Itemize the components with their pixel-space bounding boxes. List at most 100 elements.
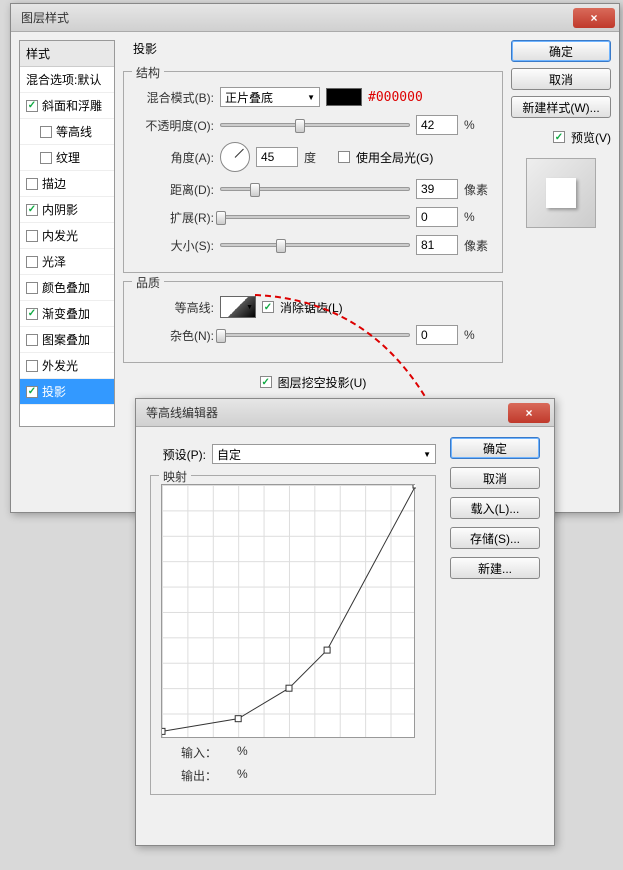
blend-mode-label: 混合模式(B): xyxy=(134,89,214,106)
spread-slider[interactable] xyxy=(220,215,410,219)
opacity-label: 不透明度(O): xyxy=(134,117,214,134)
style-item-bevel[interactable]: 斜面和浮雕 xyxy=(20,93,114,119)
style-item-pattern-overlay[interactable]: 图案叠加 xyxy=(20,327,114,353)
preset-dropdown[interactable]: 自定▼ xyxy=(212,444,436,464)
input-label: 输入： xyxy=(181,744,217,761)
global-light-checkbox[interactable] xyxy=(338,151,350,163)
distance-input[interactable] xyxy=(416,179,458,199)
noise-slider[interactable] xyxy=(220,333,410,337)
distance-unit: 像素 xyxy=(464,181,492,198)
spread-label: 扩展(R): xyxy=(134,209,214,226)
style-item-gradient-overlay[interactable]: 渐变叠加 xyxy=(20,301,114,327)
preset-label: 预设(P): xyxy=(150,446,206,463)
contour-editor-titlebar[interactable]: 等高线编辑器 × xyxy=(136,399,554,427)
size-slider[interactable] xyxy=(220,243,410,247)
spread-unit: % xyxy=(464,210,492,224)
styles-header: 样式 xyxy=(20,41,114,67)
contour-ok-button[interactable]: 确定 xyxy=(450,437,540,459)
blend-options-item[interactable]: 混合选项:默认 xyxy=(20,67,114,93)
checkbox-icon[interactable] xyxy=(26,360,38,372)
global-light-label: 使用全局光(G) xyxy=(356,149,433,166)
size-unit: 像素 xyxy=(464,237,492,254)
mapping-fieldset: 映射 输入： % 输出： % xyxy=(150,475,436,795)
cancel-button[interactable]: 取消 xyxy=(511,68,611,90)
settings-panel: 投影 结构 混合模式(B): 正片叠底▼ #000000 不透明度(O): % xyxy=(123,40,503,427)
style-item-texture[interactable]: 纹理 xyxy=(20,145,114,171)
contour-load-button[interactable]: 载入(L)... xyxy=(450,497,540,519)
noise-unit: % xyxy=(464,328,492,342)
antialias-checkbox[interactable] xyxy=(262,301,274,313)
style-item-color-overlay[interactable]: 颜色叠加 xyxy=(20,275,114,301)
noise-label: 杂色(N): xyxy=(134,327,214,344)
contour-save-button[interactable]: 存储(S)... xyxy=(450,527,540,549)
opacity-input[interactable] xyxy=(416,115,458,135)
checkbox-icon[interactable] xyxy=(26,386,38,398)
angle-label: 角度(A): xyxy=(134,149,214,166)
checkbox-icon[interactable] xyxy=(26,100,38,112)
preview-label: 预览(V) xyxy=(571,129,611,146)
style-item-satin[interactable]: 光泽 xyxy=(20,249,114,275)
checkbox-icon[interactable] xyxy=(26,334,38,346)
checkbox-icon[interactable] xyxy=(26,178,38,190)
styles-list: 样式 混合选项:默认 斜面和浮雕 等高线 纹理 描边 内阴影 内发光 光泽 颜色… xyxy=(19,40,115,427)
ok-button[interactable]: 确定 xyxy=(511,40,611,62)
chevron-down-icon: ▼ xyxy=(307,93,315,102)
contour-left-panel: 预设(P): 自定▼ 映射 输入： % 输出： % xyxy=(150,437,436,803)
style-item-inner-shadow[interactable]: 内阴影 xyxy=(20,197,114,223)
contour-cancel-button[interactable]: 取消 xyxy=(450,467,540,489)
contour-new-button[interactable]: 新建... xyxy=(450,557,540,579)
checkbox-icon[interactable] xyxy=(26,282,38,294)
right-button-panel: 确定 取消 新建样式(W)... 预览(V) xyxy=(511,40,611,427)
mapping-legend: 映射 xyxy=(159,468,191,485)
layer-style-title: 图层样式 xyxy=(15,9,69,26)
close-icon[interactable]: × xyxy=(573,8,615,28)
chevron-down-icon: ▼ xyxy=(246,304,253,311)
contour-graph[interactable] xyxy=(161,484,415,738)
contour-right-panel: 确定 取消 载入(L)... 存储(S)... 新建... xyxy=(450,437,540,803)
shadow-color-swatch[interactable] xyxy=(326,88,362,106)
checkbox-icon[interactable] xyxy=(26,204,38,216)
new-style-button[interactable]: 新建样式(W)... xyxy=(511,96,611,118)
style-item-inner-glow[interactable]: 内发光 xyxy=(20,223,114,249)
checkbox-icon[interactable] xyxy=(26,256,38,268)
quality-legend: 品质 xyxy=(132,274,164,291)
close-icon[interactable]: × xyxy=(508,403,550,423)
checkbox-icon[interactable] xyxy=(26,308,38,320)
layer-style-titlebar[interactable]: 图层样式 × xyxy=(11,4,619,32)
contour-swatch[interactable]: ▼ xyxy=(220,296,256,318)
contour-editor-title: 等高线编辑器 xyxy=(140,404,218,421)
angle-unit: 度 xyxy=(304,149,332,166)
size-label: 大小(S): xyxy=(134,237,214,254)
output-label: 输出： xyxy=(181,767,217,784)
knockout-checkbox[interactable] xyxy=(260,376,272,388)
style-item-stroke[interactable]: 描边 xyxy=(20,171,114,197)
angle-input[interactable] xyxy=(256,147,298,167)
checkbox-icon[interactable] xyxy=(40,152,52,164)
structure-legend: 结构 xyxy=(132,64,164,81)
angle-dial[interactable] xyxy=(220,142,250,172)
quality-fieldset: 品质 等高线: ▼ 消除锯齿(L) 杂色(N): % xyxy=(123,281,503,363)
style-item-drop-shadow[interactable]: 投影 xyxy=(20,379,114,405)
checkbox-icon[interactable] xyxy=(26,230,38,242)
opacity-unit: % xyxy=(464,118,492,132)
noise-input[interactable] xyxy=(416,325,458,345)
spread-input[interactable] xyxy=(416,207,458,227)
antialias-label: 消除锯齿(L) xyxy=(280,299,343,316)
size-input[interactable] xyxy=(416,235,458,255)
checkbox-icon[interactable] xyxy=(40,126,52,138)
output-unit: % xyxy=(237,767,248,784)
panel-title: 投影 xyxy=(133,42,157,56)
preview-checkbox[interactable] xyxy=(553,131,565,143)
style-item-contour[interactable]: 等高线 xyxy=(20,119,114,145)
distance-slider[interactable] xyxy=(220,187,410,191)
knockout-label: 图层挖空投影(U) xyxy=(278,374,367,391)
color-hex-label: #000000 xyxy=(368,90,423,105)
opacity-slider[interactable] xyxy=(220,123,410,127)
contour-editor-window: 等高线编辑器 × 预设(P): 自定▼ 映射 输入： % xyxy=(135,398,555,846)
style-item-outer-glow[interactable]: 外发光 xyxy=(20,353,114,379)
distance-label: 距离(D): xyxy=(134,181,214,198)
input-unit: % xyxy=(237,744,248,761)
chevron-down-icon: ▼ xyxy=(423,450,431,459)
contour-label: 等高线: xyxy=(134,299,214,316)
blend-mode-dropdown[interactable]: 正片叠底▼ xyxy=(220,87,320,107)
